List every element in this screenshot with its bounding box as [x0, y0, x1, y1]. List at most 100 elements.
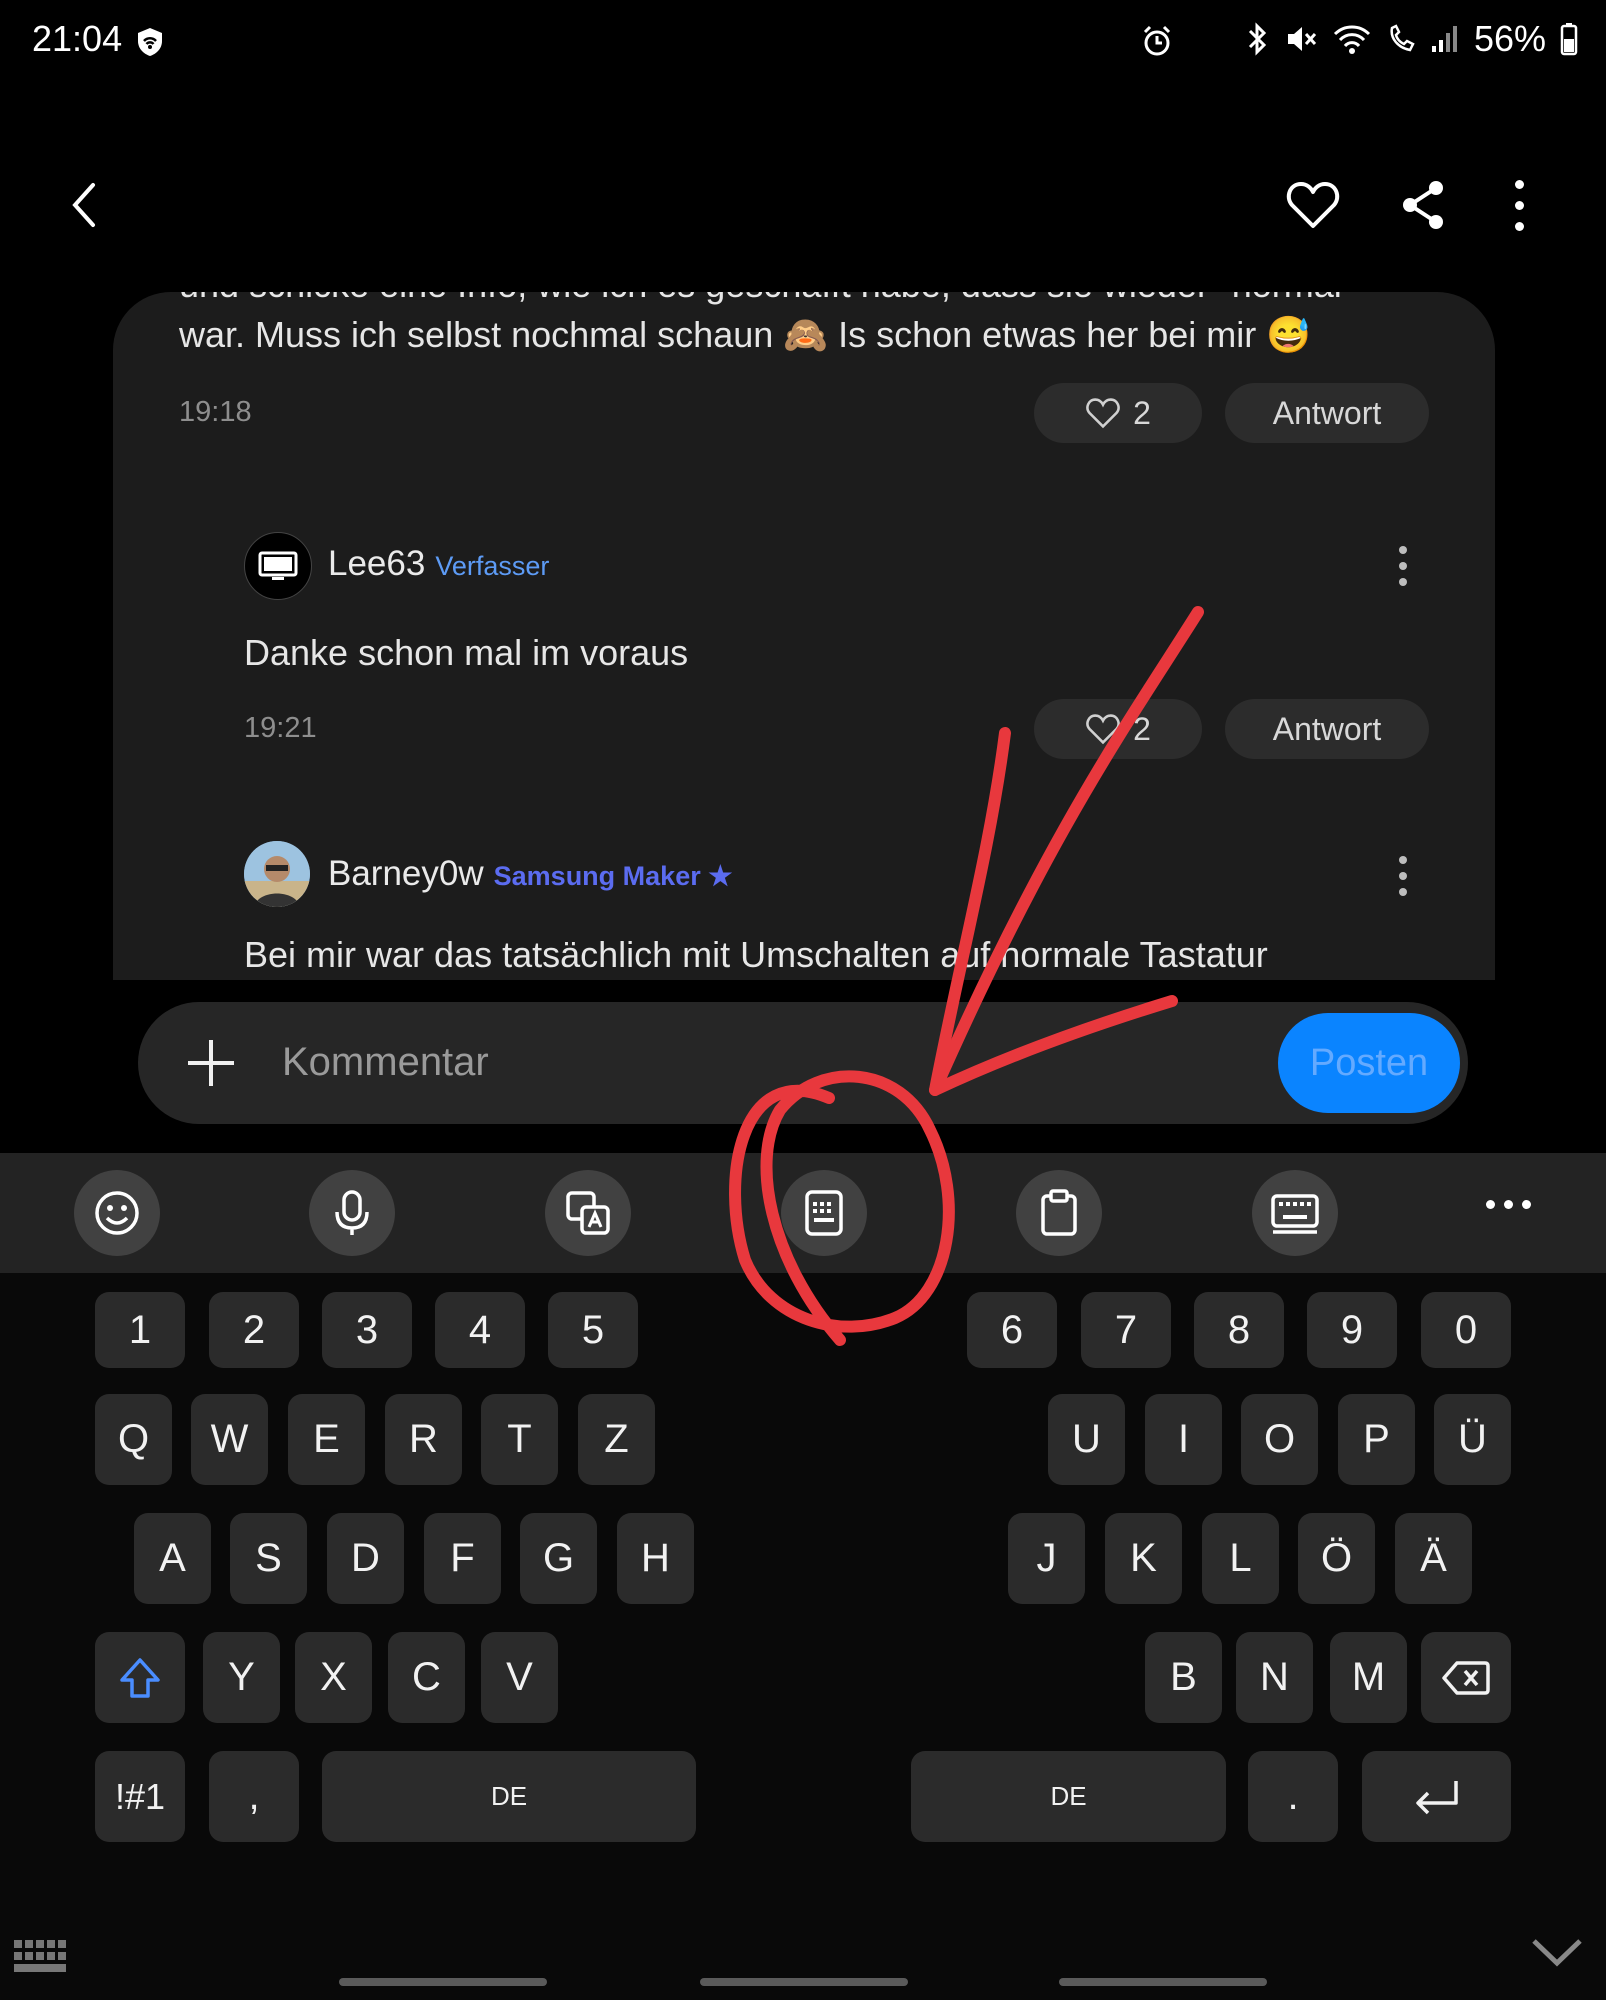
backspace-icon — [1442, 1660, 1490, 1695]
keyboard-grid-icon[interactable] — [12, 1938, 68, 1979]
like-post-button[interactable] — [1268, 160, 1358, 250]
key-1[interactable]: 1 — [95, 1292, 185, 1368]
key-7[interactable]: 7 — [1081, 1292, 1171, 1368]
key-o[interactable]: O — [1241, 1394, 1318, 1485]
enter-key[interactable] — [1362, 1751, 1511, 1842]
username[interactable]: Lee63 — [328, 544, 425, 584]
add-attachment-button[interactable] — [186, 1038, 236, 1093]
comment-author: Barney0w Samsung Maker ★ — [328, 854, 732, 894]
plus-icon — [188, 1040, 234, 1086]
comment-text-line: war. Muss ich selbst nochmal schaun 🙈 Is… — [179, 314, 1312, 355]
nav-handle[interactable] — [339, 1978, 547, 1986]
comment-text: Danke schon mal im voraus — [244, 632, 689, 673]
key-i[interactable]: I — [1145, 1394, 1222, 1485]
like-comment-button[interactable]: 2 — [1034, 383, 1202, 443]
more-vertical-icon — [1388, 856, 1418, 896]
heart-icon — [1286, 182, 1340, 228]
key-l[interactable]: L — [1202, 1513, 1279, 1604]
key-h[interactable]: H — [617, 1513, 694, 1604]
avatar[interactable] — [244, 841, 310, 907]
key-s[interactable]: S — [230, 1513, 307, 1604]
nav-handle[interactable] — [1059, 1978, 1267, 1986]
key-k[interactable]: K — [1105, 1513, 1182, 1604]
alarm-icon — [1140, 24, 1174, 63]
key-3[interactable]: 3 — [322, 1292, 412, 1368]
voice-input-button[interactable] — [309, 1170, 395, 1256]
symbols-key[interactable]: !#1 — [95, 1751, 185, 1842]
space-key-right[interactable]: DE — [911, 1751, 1226, 1842]
more-vertical-icon — [1504, 179, 1534, 231]
share-icon — [1403, 181, 1443, 229]
heart-outline-icon — [1086, 398, 1120, 429]
key-w[interactable]: W — [191, 1394, 268, 1485]
more-options-button[interactable] — [1474, 160, 1564, 250]
emoji-button[interactable] — [74, 1170, 160, 1256]
monitor-icon — [258, 551, 298, 580]
back-icon — [72, 183, 95, 227]
period-key[interactable]: . — [1248, 1751, 1338, 1842]
key-6[interactable]: 6 — [967, 1292, 1057, 1368]
key-v[interactable]: V — [481, 1632, 558, 1723]
back-button[interactable] — [40, 160, 130, 250]
nav-handle[interactable] — [700, 1978, 908, 1986]
avatar[interactable] — [244, 532, 312, 600]
key-a[interactable]: A — [134, 1513, 211, 1604]
keyboard-mode-icon — [805, 1190, 843, 1236]
key-x[interactable]: X — [295, 1632, 372, 1723]
hide-keyboard-button[interactable] — [1530, 1935, 1584, 1974]
key-ue[interactable]: Ü — [1434, 1394, 1511, 1485]
key-c[interactable]: C — [388, 1632, 465, 1723]
key-4[interactable]: 4 — [435, 1292, 525, 1368]
key-u[interactable]: U — [1048, 1394, 1125, 1485]
like-comment-button[interactable]: 2 — [1034, 699, 1202, 759]
comment-input[interactable]: Kommentar — [282, 1040, 489, 1085]
key-q[interactable]: Q — [95, 1394, 172, 1485]
keyboard-mode-button[interactable] — [781, 1170, 867, 1256]
key-m[interactable]: M — [1330, 1632, 1407, 1723]
shield-icon — [136, 26, 164, 63]
wifi-call-icon — [1390, 24, 1415, 52]
key-r[interactable]: R — [385, 1394, 462, 1485]
key-g[interactable]: G — [520, 1513, 597, 1604]
more-vertical-icon — [1388, 546, 1418, 586]
comments-card: und schicke eine Info, wie ich es gescha… — [113, 292, 1495, 980]
key-2[interactable]: 2 — [209, 1292, 299, 1368]
comment-more-button[interactable] — [1388, 546, 1418, 586]
space-key-left[interactable]: DE — [322, 1751, 696, 1842]
comment-author: Lee63 Verfasser — [328, 544, 549, 584]
translate-button[interactable] — [545, 1170, 631, 1256]
backspace-key[interactable] — [1421, 1632, 1511, 1723]
key-f[interactable]: F — [424, 1513, 501, 1604]
username[interactable]: Barney0w — [328, 854, 484, 894]
key-5[interactable]: 5 — [548, 1292, 638, 1368]
clipboard-icon — [1041, 1189, 1077, 1236]
key-oe[interactable]: Ö — [1298, 1513, 1375, 1604]
key-8[interactable]: 8 — [1194, 1292, 1284, 1368]
key-0[interactable]: 0 — [1421, 1292, 1511, 1368]
keyboard-layout-button[interactable] — [1252, 1170, 1338, 1256]
shift-key[interactable] — [95, 1632, 185, 1723]
key-d[interactable]: D — [327, 1513, 404, 1604]
key-t[interactable]: T — [481, 1394, 558, 1485]
key-p[interactable]: P — [1338, 1394, 1415, 1485]
key-n[interactable]: N — [1236, 1632, 1313, 1723]
key-z[interactable]: Z — [578, 1394, 655, 1485]
key-y[interactable]: Y — [203, 1632, 280, 1723]
key-9[interactable]: 9 — [1307, 1292, 1397, 1368]
reply-button[interactable]: Antwort — [1225, 383, 1429, 443]
key-e[interactable]: E — [288, 1394, 365, 1485]
comma-key[interactable]: , — [209, 1751, 299, 1842]
key-ae[interactable]: Ä — [1395, 1513, 1472, 1604]
comment-time: 19:21 — [244, 712, 317, 744]
key-j[interactable]: J — [1008, 1513, 1085, 1604]
share-button[interactable] — [1378, 160, 1468, 250]
shift-icon — [120, 1657, 160, 1698]
post-button[interactable]: Posten — [1278, 1013, 1460, 1113]
reply-button[interactable]: Antwort — [1225, 699, 1429, 759]
maker-badge: Samsung Maker ★ — [493, 861, 733, 891]
comment-more-button[interactable] — [1388, 856, 1418, 896]
key-b[interactable]: B — [1145, 1632, 1222, 1723]
more-horizontal-icon[interactable] — [1486, 1200, 1531, 1209]
clipboard-button[interactable] — [1016, 1170, 1102, 1256]
signal-icon — [1431, 26, 1457, 52]
